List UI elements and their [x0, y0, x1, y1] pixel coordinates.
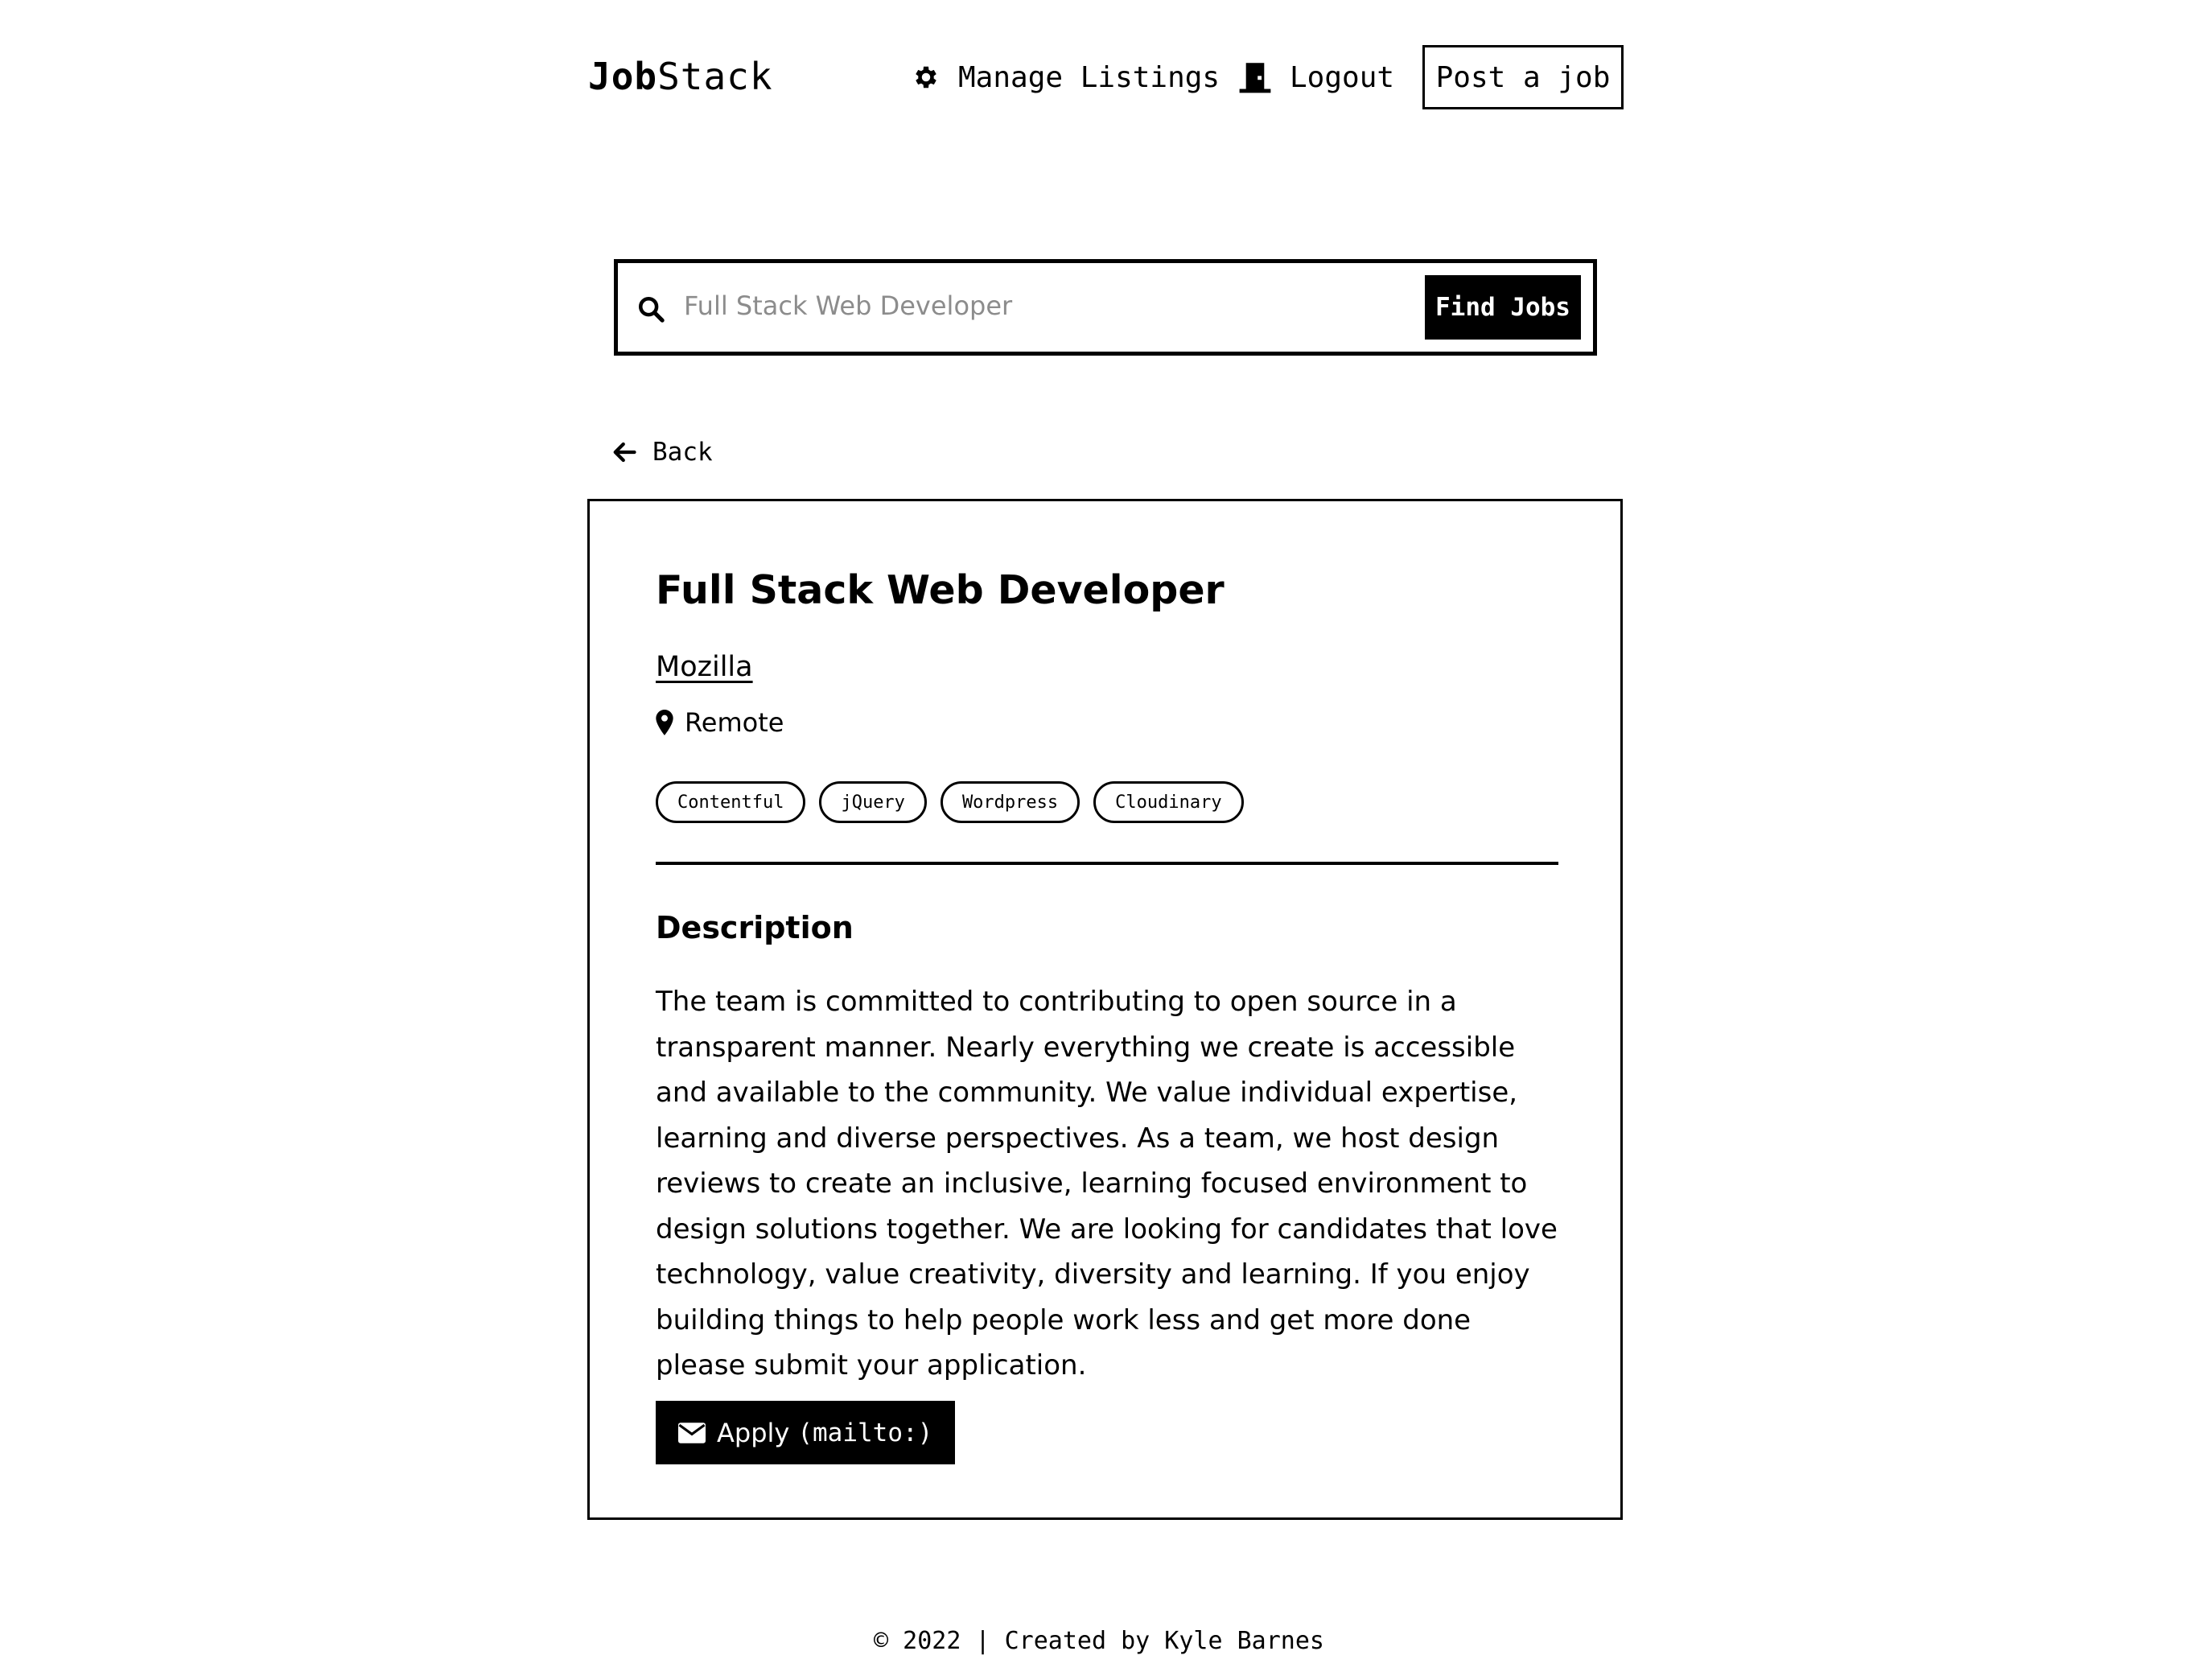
- manage-listings-link[interactable]: Manage Listings: [912, 45, 1220, 109]
- logo-rest: Stack: [657, 55, 773, 98]
- manage-listings-label: Manage Listings: [958, 60, 1220, 94]
- divider: [656, 862, 1558, 865]
- logout-label: Logout: [1290, 60, 1395, 94]
- apply-button[interactable]: Apply (mailto:): [656, 1401, 956, 1464]
- tag[interactable]: Wordpress: [940, 781, 1080, 823]
- job-detail-card: Full Stack Web Developer Mozilla Remote …: [587, 499, 1623, 1520]
- tag-list: Contentful jQuery Wordpress Cloudinary: [656, 781, 1244, 823]
- logo-bold: Job: [588, 55, 658, 98]
- location-label: Remote: [685, 707, 784, 738]
- search-icon: [638, 296, 665, 323]
- description-heading: Description: [656, 910, 854, 945]
- door-icon: [1239, 63, 1271, 93]
- tag[interactable]: Contentful: [656, 781, 806, 823]
- envelope-icon: [678, 1422, 706, 1443]
- find-jobs-button[interactable]: Find Jobs: [1425, 275, 1581, 340]
- arrow-left-icon: [613, 442, 636, 463]
- description-text: The team is committed to contributing to…: [656, 986, 1558, 1381]
- search-input[interactable]: Full Stack Web Developer: [684, 290, 1012, 321]
- logout-link[interactable]: Logout: [1238, 45, 1394, 109]
- tag[interactable]: Cloudinary: [1093, 781, 1244, 823]
- footer: © 2022 | Created by Kyle Barnes: [874, 1627, 1324, 1655]
- company-link[interactable]: Mozilla: [656, 651, 753, 683]
- back-label: Back: [652, 438, 713, 467]
- gear-icon: [916, 66, 936, 89]
- search-bar: Full Stack Web Developer Find Jobs: [614, 259, 1597, 356]
- tag[interactable]: jQuery: [819, 781, 927, 823]
- apply-mailto: (mailto:): [797, 1418, 933, 1447]
- post-job-button[interactable]: Post a job: [1422, 45, 1624, 109]
- apply-label: Apply: [717, 1417, 790, 1448]
- job-title: Full Stack Web Developer: [656, 567, 1225, 613]
- logo[interactable]: JobStack: [588, 55, 773, 98]
- map-marker-icon: [656, 710, 673, 735]
- back-link[interactable]: Back: [612, 438, 713, 467]
- job-location: Remote: [656, 707, 784, 738]
